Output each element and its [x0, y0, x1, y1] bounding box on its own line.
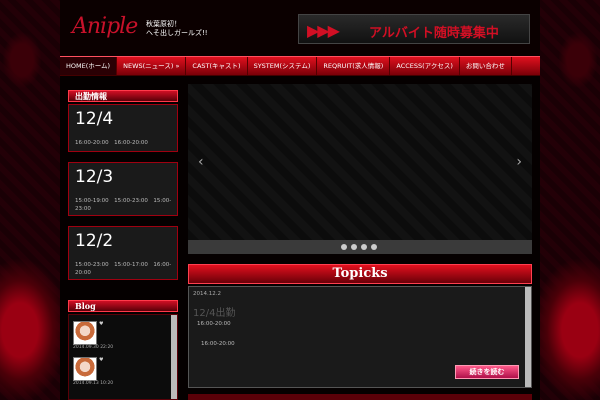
tagline-line: 秋葉原初！ — [146, 20, 181, 28]
site-header: Aniple 秋葉原初！ へそ出しガールズ!! ▶▶▶ アルバイト随時募集中 — [60, 0, 540, 56]
blog-list: ♥ 2014.09.30 22:20 ♥ 2014.09.13 10:20 — [68, 314, 178, 400]
heart-icon: ♥ — [99, 357, 104, 363]
topic-line: 16:00-20:00 — [201, 341, 235, 347]
slider-dot[interactable] — [371, 244, 377, 250]
slider-dot[interactable] — [351, 244, 357, 250]
nav-item-system[interactable]: SYSTEM(システム) — [248, 57, 318, 75]
chevron-right-icon[interactable]: › — [516, 154, 522, 170]
shift-times: 16:00-20:00 16:00-20:00 — [75, 140, 148, 146]
blog-heading: Blog — [68, 300, 178, 312]
avatar — [73, 321, 97, 345]
nav-item-cast[interactable]: CAST(キャスト) — [186, 57, 248, 75]
topics-scrollbar[interactable] — [525, 287, 531, 387]
slider-dot[interactable] — [361, 244, 367, 250]
shift-date: 12/3 — [75, 167, 114, 187]
read-more-button[interactable]: 続きを読む — [455, 365, 519, 379]
blog-scrollbar[interactable] — [171, 315, 177, 399]
heart-icon: ♥ — [99, 321, 104, 327]
site-logo[interactable]: Aniple — [72, 14, 138, 39]
shift-card[interactable]: 12/4 16:00-20:00 16:00-20:00 — [68, 104, 178, 152]
shift-info-heading: 出勤情報 — [68, 90, 178, 102]
nav-item-news[interactable]: NEWS(ニュース) » — [117, 57, 187, 75]
recruit-banner[interactable]: ▶▶▶ アルバイト随時募集中 — [298, 14, 530, 44]
page-container: Aniple 秋葉原初！ へそ出しガールズ!! ▶▶▶ アルバイト随時募集中 H… — [60, 0, 540, 400]
blog-date: 2014.09.30 22:20 — [73, 345, 114, 350]
tagline: 秋葉原初！ へそ出しガールズ!! — [146, 20, 208, 38]
slider-dot[interactable] — [341, 244, 347, 250]
blog-entry[interactable]: ♥ 2014.09.30 22:20 — [73, 321, 169, 351]
topic-line: 16:00-20:00 — [197, 321, 231, 327]
banner-text: アルバイト随時募集中 — [369, 26, 499, 41]
shift-date: 12/2 — [75, 231, 114, 251]
main-nav: HOME(ホーム) NEWS(ニュース) » CAST(キャスト) SYSTEM… — [60, 56, 540, 76]
next-section-edge — [188, 394, 532, 400]
tagline-line: へそ出しガールズ!! — [146, 29, 208, 37]
shift-card[interactable]: 12/3 15:00-19:00 15:00-23:00 15:00-23:00 — [68, 162, 178, 216]
shift-card[interactable]: 12/2 15:00-23:00 15:00-17:00 16:00-20:00 — [68, 226, 178, 280]
shift-date: 12/4 — [75, 109, 114, 129]
shift-times: 15:00-23:00 15:00-17:00 16:00-20:00 — [75, 262, 172, 276]
blog-entry[interactable]: ♥ 2014.09.13 10:20 — [73, 357, 169, 387]
blog-date: 2014.09.13 10:20 — [73, 381, 114, 386]
nav-item-access[interactable]: ACCESS(アクセス) — [390, 57, 460, 75]
triple-arrow-icon: ▶▶▶ — [307, 21, 340, 40]
avatar — [73, 357, 97, 381]
nav-item-home[interactable]: HOME(ホーム) — [60, 57, 118, 75]
topic-date: 2014.12.2 — [193, 291, 221, 297]
nav-item-recruit[interactable]: REQRUIT(求人情報) — [317, 57, 391, 75]
topics-heading: Topicks — [188, 264, 532, 284]
image-slider: ‹ › — [188, 84, 532, 240]
slider-pagination — [188, 240, 532, 254]
chevron-left-icon[interactable]: ‹ — [198, 154, 204, 170]
shift-times: 15:00-19:00 15:00-23:00 15:00-23:00 — [75, 198, 172, 212]
topics-panel: 2014.12.2 12/4出勤 16:00-20:00 16:00-20:00… — [188, 286, 532, 388]
nav-item-contact[interactable]: お問い合わせ — [460, 57, 512, 75]
topic-title[interactable]: 12/4出勤 — [193, 304, 235, 319]
